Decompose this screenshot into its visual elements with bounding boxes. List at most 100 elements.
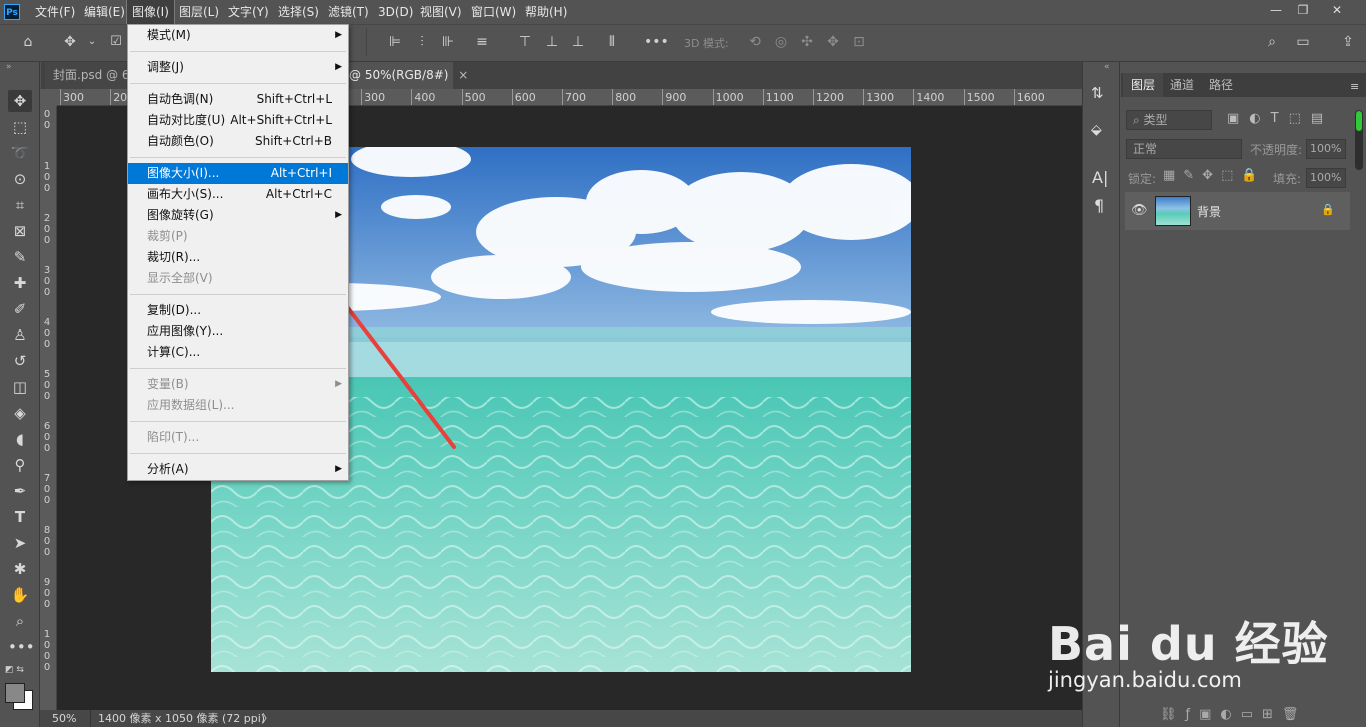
zoom-level[interactable]: 50%: [52, 710, 76, 727]
tab-active-document[interactable]: @ 50%(RGB/8#) ×: [349, 62, 468, 89]
3d-panel-icon[interactable]: ⬙: [1091, 122, 1102, 138]
frame-tool-icon[interactable]: ⊠: [8, 220, 32, 242]
image-menu-item[interactable]: 模式(M) ▶: [128, 25, 348, 46]
menu-8[interactable]: 视图(V): [415, 0, 467, 24]
align-center-icon[interactable]: ⫶: [412, 32, 432, 52]
layer-name[interactable]: 背景: [1197, 203, 1221, 220]
image-menu-item[interactable]: 调整(J) ▶: [128, 57, 348, 78]
pen-tool-icon[interactable]: ✒: [8, 480, 32, 502]
3d-camera-icon[interactable]: ⊡: [849, 32, 869, 52]
image-menu-item[interactable]: 画布大小(S)... Alt+Ctrl+C: [128, 184, 348, 205]
marquee-tool-icon[interactable]: ⬚: [8, 116, 32, 138]
menu-9[interactable]: 窗口(W): [466, 0, 521, 24]
collapse-left-icon[interactable]: «: [1104, 62, 1110, 72]
image-menu-item[interactable]: 自动颜色(O) Shift+Ctrl+B: [128, 131, 348, 152]
menu-3[interactable]: 图层(L): [174, 0, 224, 24]
default-colors-icon[interactable]: ◩ ⇆: [5, 665, 24, 675]
3d-roll-icon[interactable]: ◎: [771, 32, 791, 52]
close-window-button[interactable]: ✕: [1326, 2, 1348, 18]
3d-rotate-icon[interactable]: ⟲: [745, 32, 765, 52]
ruler-v-tick: 0: [43, 547, 51, 558]
search-icon[interactable]: ⌕: [1262, 32, 1282, 52]
vertical-ruler[interactable]: 001002003004005006007008009001000: [40, 106, 57, 710]
tab-layers[interactable]: 图层: [1123, 73, 1164, 97]
quick-select-tool-icon[interactable]: ⊙: [8, 168, 32, 190]
history-brush-tool-icon[interactable]: ↺: [8, 350, 32, 372]
paint-bucket-tool-icon[interactable]: ◈: [8, 402, 32, 424]
home-icon[interactable]: ⌂: [18, 32, 38, 52]
eraser-tool-icon[interactable]: ◫: [8, 376, 32, 398]
paragraph-panel-icon[interactable]: ¶: [1094, 196, 1104, 215]
layer-filter-select[interactable]: ⌕ 类型: [1126, 110, 1212, 130]
history-panel-icon[interactable]: ⇅: [1091, 84, 1104, 102]
hand-tool-icon[interactable]: ✋: [8, 584, 32, 606]
auto-select-checkbox[interactable]: ☑: [106, 32, 126, 52]
blur-tool-icon[interactable]: ◖: [8, 428, 32, 450]
menu-6[interactable]: 滤镜(T): [323, 0, 374, 24]
align-top-icon[interactable]: ⊤: [515, 32, 535, 52]
menu-0[interactable]: 文件(F): [30, 0, 80, 24]
menu-10[interactable]: 帮助(H): [520, 0, 572, 24]
image-menu-item[interactable]: 自动色调(N) Shift+Ctrl+L: [128, 89, 348, 110]
image-menu-item[interactable]: 计算(C)...: [128, 342, 348, 363]
zoom-tool-icon[interactable]: ⌕: [8, 610, 32, 632]
opacity-input[interactable]: 100%: [1306, 139, 1346, 159]
menu-5[interactable]: 选择(S): [273, 0, 324, 24]
move-tool-icon[interactable]: ✥: [8, 90, 32, 112]
dodge-tool-icon[interactable]: ⚲: [8, 454, 32, 476]
menu-1[interactable]: 编辑(E): [79, 0, 130, 24]
distribute-icon[interactable]: ≡: [472, 32, 492, 52]
healing-brush-tool-icon[interactable]: ✚: [8, 272, 32, 294]
align-left-icon[interactable]: ⊫: [385, 32, 405, 52]
move-tool-options-icon[interactable]: ✥: [60, 32, 80, 52]
image-menu-item[interactable]: 应用图像(Y)...: [128, 321, 348, 342]
filter-toggle[interactable]: [1355, 110, 1363, 170]
menu-4[interactable]: 文字(Y): [223, 0, 274, 24]
type-tool-icon[interactable]: T: [8, 506, 32, 528]
expand-panel-icon[interactable]: »: [6, 62, 12, 72]
layer-filter-icons[interactable]: ▣◐T⬚▤: [1227, 111, 1333, 126]
menu-7[interactable]: 3D(D): [373, 0, 418, 24]
3d-drag-icon[interactable]: ✣: [797, 32, 817, 52]
workspace-icon[interactable]: ▭: [1293, 32, 1313, 52]
path-select-tool-icon[interactable]: ➤: [8, 532, 32, 554]
share-icon[interactable]: ⇪: [1338, 32, 1358, 52]
more-tools-icon[interactable]: •••: [8, 636, 35, 658]
brush-tool-icon[interactable]: ✐: [8, 298, 32, 320]
distribute-vertical-icon[interactable]: ⫴: [602, 32, 622, 52]
tab-paths[interactable]: 路径: [1201, 73, 1241, 97]
foreground-color-swatch[interactable]: [5, 683, 25, 703]
layer-actions-bar[interactable]: ⛓ƒ▣◐▭⊞🗑: [1160, 707, 1307, 722]
character-panel-icon[interactable]: A|: [1092, 168, 1108, 187]
layer-row-background[interactable]: 👁 背景 🔒: [1125, 192, 1350, 230]
image-menu-item[interactable]: 复制(D)...: [128, 300, 348, 321]
fill-input[interactable]: 100%: [1306, 168, 1346, 188]
crop-tool-icon[interactable]: ⌗: [8, 194, 32, 216]
image-menu-item[interactable]: 图像大小(I)... Alt+Ctrl+I: [128, 163, 348, 184]
tab-channels[interactable]: 通道: [1162, 73, 1202, 97]
restore-button[interactable]: ❐: [1292, 2, 1314, 18]
3d-slide-icon[interactable]: ✥: [823, 32, 843, 52]
align-right-icon[interactable]: ⊪: [438, 32, 458, 52]
chevron-down-icon[interactable]: ⌄: [82, 32, 102, 52]
stamp-tool-icon[interactable]: ♙: [8, 324, 32, 346]
align-bottom-icon[interactable]: ⊥: [568, 32, 588, 52]
tab-close-icon[interactable]: ×: [458, 68, 468, 82]
minimize-button[interactable]: —: [1265, 2, 1287, 18]
panel-menu-icon[interactable]: ≡: [1350, 80, 1359, 93]
align-middle-icon[interactable]: ⊥: [542, 32, 562, 52]
menu-2[interactable]: 图像(I): [126, 0, 175, 25]
image-menu-item[interactable]: 自动对比度(U) Alt+Shift+Ctrl+L: [128, 110, 348, 131]
eyedropper-tool-icon[interactable]: ✎: [8, 246, 32, 268]
lock-icons[interactable]: ▦✎✥⬚🔒: [1163, 168, 1266, 183]
blend-mode-select[interactable]: 正常: [1126, 139, 1242, 159]
image-menu-item[interactable]: 图像旋转(G) ▶: [128, 205, 348, 226]
shape-tool-icon[interactable]: ✱: [8, 558, 32, 580]
tab-cover-psd[interactable]: 封面.psd @ 66: [45, 62, 137, 89]
visibility-eye-icon[interactable]: 👁: [1131, 203, 1148, 218]
lasso-tool-icon[interactable]: ➰: [8, 142, 32, 164]
status-menu-arrow[interactable]: 〉: [262, 710, 273, 727]
image-menu-item[interactable]: 裁切(R)...: [128, 247, 348, 268]
image-menu-item[interactable]: 分析(A) ▶: [128, 459, 348, 480]
more-options-icon[interactable]: •••: [644, 32, 669, 52]
